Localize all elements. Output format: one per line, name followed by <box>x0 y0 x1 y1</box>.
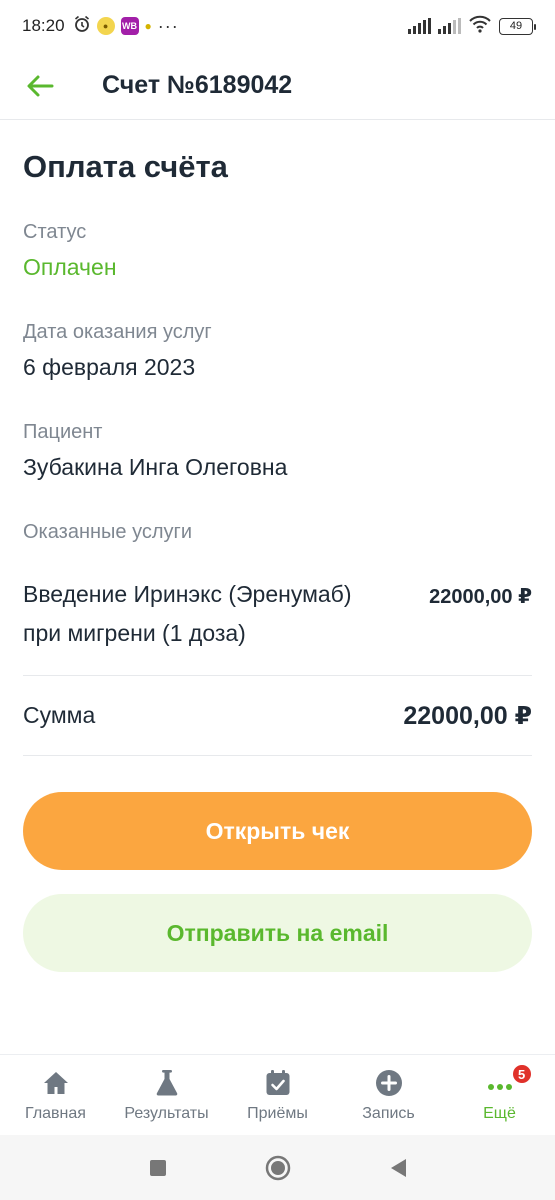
notification-badge: 5 <box>510 1063 533 1085</box>
status-value: Оплачен <box>23 254 117 280</box>
status-time: 18:20 <box>22 16 65 35</box>
plus-circle-icon <box>375 1069 403 1097</box>
nav-label-results: Результаты <box>124 1105 209 1122</box>
sum-row: Сумма 22000,00 ₽ <box>23 676 532 756</box>
nav-label-booking: Запись <box>362 1105 415 1122</box>
signal-2-icon <box>438 18 461 34</box>
status-right-icons: 49 <box>408 15 536 38</box>
app-header: Счет №6189042 <box>0 52 555 120</box>
date-value: 6 февраля 2023 <box>23 354 196 380</box>
battery-icon: 49 <box>499 17 536 35</box>
status-bar: 18:20 ● WB ● ··· 49 <box>0 0 555 52</box>
page-title: Оплата счёта <box>23 149 228 184</box>
system-nav-bar <box>0 1135 555 1200</box>
status-field: Статус Оплачен <box>23 221 532 281</box>
nav-item-booking[interactable]: Запись <box>333 1055 444 1134</box>
nav-label-home: Главная <box>25 1105 86 1122</box>
recent-apps-button[interactable] <box>148 1158 168 1178</box>
signal-icon <box>408 18 431 34</box>
notification-dot-icon: ● <box>144 19 152 33</box>
arrow-left-icon <box>27 75 54 96</box>
page-header-title: Счет №6189042 <box>102 71 293 99</box>
square-icon <box>149 1159 166 1176</box>
services-label: Оказанные услуги <box>23 521 192 543</box>
nav-item-results[interactable]: Результаты <box>111 1055 222 1134</box>
status-left-icons: ● WB ● ··· <box>73 15 179 38</box>
sum-label: Сумма <box>23 702 96 728</box>
home-system-button[interactable] <box>264 1154 292 1182</box>
invoice-content: Оплата счёта Статус Оплачен Дата оказани… <box>0 121 555 972</box>
more-dots-icon <box>486 1069 514 1097</box>
wb-app-icon: WB <box>120 17 139 35</box>
status-label: Статус <box>23 221 87 243</box>
nav-item-more[interactable]: 5 Ещё <box>444 1055 555 1134</box>
sum-value: 22000,00 ₽ <box>403 701 532 730</box>
bottom-nav: Главная Результаты Приёмы Запись 5 Ещё <box>0 1054 555 1134</box>
patient-label: Пациент <box>23 421 103 443</box>
back-button[interactable] <box>20 66 60 106</box>
date-label: Дата оказания услуг <box>23 321 212 343</box>
nav-label-more: Ещё <box>483 1105 516 1122</box>
alarm-icon <box>73 15 91 38</box>
open-receipt-button[interactable]: Открыть чек <box>23 792 532 870</box>
circle-icon <box>265 1155 290 1180</box>
service-name: Введение Иринэкс (Эренумаб) при мигрени … <box>23 581 352 646</box>
flask-icon <box>153 1069 181 1097</box>
calendar-icon <box>264 1069 292 1097</box>
date-field: Дата оказания услуг 6 февраля 2023 <box>23 321 532 381</box>
nav-item-appointments[interactable]: Приёмы <box>222 1055 333 1134</box>
send-email-button[interactable]: Отправить на email <box>23 894 532 972</box>
patient-field: Пациент Зубакина Инга Олеговна <box>23 421 532 481</box>
back-system-button[interactable] <box>388 1157 408 1179</box>
nav-label-appointments: Приёмы <box>247 1105 308 1122</box>
service-price: 22000,00 ₽ <box>429 586 532 608</box>
patient-value: Зубакина Инга Олеговна <box>23 454 288 480</box>
services-field: Оказанные услуги <box>23 521 532 544</box>
coin-app-icon: ● <box>96 17 115 35</box>
service-row: Введение Иринэкс (Эренумаб) при мигрени … <box>23 578 532 676</box>
triangle-back-icon <box>390 1158 406 1177</box>
nav-item-home[interactable]: Главная <box>0 1055 111 1134</box>
wifi-icon <box>468 15 492 38</box>
more-notifications-icon: ··· <box>157 15 179 36</box>
home-icon <box>42 1069 70 1097</box>
